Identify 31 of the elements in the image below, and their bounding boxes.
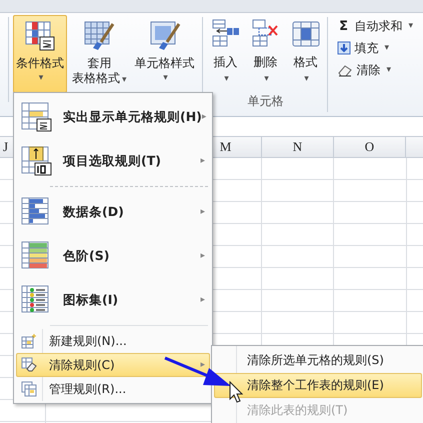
- menu-item[interactable]: 数据条(D) ▸: [16, 190, 210, 234]
- cell-brush-icon: [148, 20, 181, 52]
- column-header[interactable]: O: [334, 137, 406, 157]
- eraser-icon: [336, 63, 353, 77]
- column-header[interactable]: N: [262, 137, 334, 157]
- eraser-icon: [21, 357, 37, 373]
- ribbon-button[interactable]: 套用 表格格式 ▾: [69, 15, 130, 93]
- ribbon-button[interactable]: 清除 ▾: [334, 60, 416, 80]
- group-label: 单元格: [248, 93, 284, 110]
- menu-item[interactable]: 清除整个工作表的规则(E): [214, 373, 422, 398]
- top-ten-icon: [21, 145, 53, 177]
- menu-item[interactable]: 图标集(I) ▸: [16, 278, 210, 322]
- ribbon-button[interactable]: 单元格样式 ▾: [132, 15, 198, 93]
- insert-cells-icon: [210, 18, 241, 48]
- menu-item[interactable]: 色阶(S) ▸: [16, 234, 210, 278]
- manage-rules-icon: [21, 381, 37, 397]
- menu-item[interactable]: 清除所选单元格的规则(S): [214, 348, 422, 373]
- conditional-format-icon: [24, 20, 56, 52]
- ribbon-button[interactable]: 条件格式 ▾: [13, 15, 67, 93]
- fill-down-icon: [336, 41, 351, 55]
- menu-item[interactable]: 实出显示单元格规则(H)▸: [16, 95, 210, 139]
- highlight-rules-icon: [21, 101, 53, 133]
- menu-item[interactable]: 清除规则(C) ▸: [16, 353, 210, 377]
- ribbon-button[interactable]: Σ 自动求和 ▾: [334, 16, 416, 36]
- ribbon-button[interactable]: 插入 ▾: [208, 15, 243, 93]
- ribbon-button[interactable]: 格式 ▾: [288, 15, 323, 93]
- ribbon-button[interactable]: 删除 ▾: [248, 15, 283, 93]
- table-brush-icon: [83, 20, 116, 52]
- new-rule-icon: [21, 333, 37, 349]
- ribbon-button[interactable]: 填充 ▾: [334, 38, 416, 58]
- mouse-cursor-icon: [229, 381, 243, 403]
